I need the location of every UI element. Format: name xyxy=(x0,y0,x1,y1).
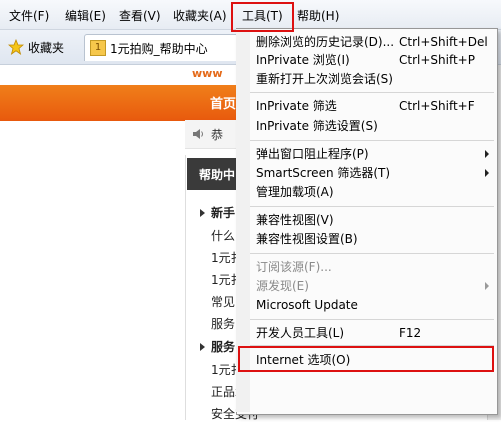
sidebar-section-service[interactable]: 服务 xyxy=(211,338,235,355)
sidebar-link[interactable]: 常见 xyxy=(211,293,235,310)
menu-item-developer-tools[interactable]: 开发人员工具(L) xyxy=(256,324,344,342)
menu-edit[interactable]: 编辑(E) xyxy=(65,7,106,25)
help-center-title: 帮助中 xyxy=(199,168,236,182)
shortcut-inprivate-filter: Ctrl+Shift+F xyxy=(399,99,475,113)
menu-item-inprivate-filter-settings[interactable]: InPrivate 筛选设置(S) xyxy=(256,117,378,135)
sidebar-link[interactable]: 什么 xyxy=(211,227,235,244)
sidebar-section-newbie[interactable]: 新手 xyxy=(211,204,235,221)
favorites-button[interactable]: 收藏夹 xyxy=(8,36,64,58)
menu-separator xyxy=(250,140,494,141)
menu-separator xyxy=(250,319,494,320)
sidebar-link[interactable]: 服务 xyxy=(211,315,235,332)
submenu-arrow-icon xyxy=(485,150,489,158)
menu-file[interactable]: 文件(F) xyxy=(9,7,49,25)
star-icon xyxy=(8,39,24,55)
expand-arrow-icon xyxy=(200,343,205,351)
sidebar-divider xyxy=(185,155,186,420)
speaker-icon xyxy=(193,129,203,139)
site-logo-fragment: www xyxy=(192,67,223,80)
browser-tab[interactable]: 1 1元拍购_帮助中心 xyxy=(84,34,246,61)
menu-item-compat-view[interactable]: 兼容性视图(V) xyxy=(256,211,334,229)
menu-item-smartscreen[interactable]: SmartScreen 筛选器(T) xyxy=(256,164,390,182)
submenu-arrow-icon xyxy=(485,169,489,177)
favorites-label: 收藏夹 xyxy=(28,40,65,55)
expand-arrow-icon xyxy=(200,209,205,217)
menu-item-microsoft-update[interactable]: Microsoft Update xyxy=(256,296,358,314)
menu-view[interactable]: 查看(V) xyxy=(119,7,161,25)
menu-favorites[interactable]: 收藏夹(A) xyxy=(173,7,227,25)
menu-item-compat-view-settings[interactable]: 兼容性视图设置(B) xyxy=(256,230,358,248)
submenu-arrow-icon xyxy=(485,282,489,290)
tools-menu-highlight xyxy=(231,2,294,32)
menu-help[interactable]: 帮助(H) xyxy=(297,7,339,25)
menu-item-feed-discovery: 源发现(E) xyxy=(256,279,309,293)
menu-item-delete-history[interactable]: 删除浏览的历史记录(D)... xyxy=(256,33,394,51)
menu-separator xyxy=(250,92,494,93)
menu-item-reopen-session[interactable]: 重新打开上次浏览会话(S) xyxy=(256,70,393,88)
menu-item-manage-addons[interactable]: 管理加载项(A) xyxy=(256,183,334,201)
menu-item-subscribe-feed: 订阅该源(F)... xyxy=(256,260,332,274)
site-favicon-icon: 1 xyxy=(90,40,106,56)
nav-home-link[interactable]: 首页 xyxy=(210,93,236,112)
internet-options-highlight xyxy=(238,346,494,372)
menu-separator xyxy=(250,206,494,207)
menu-item-inprivate-filter[interactable]: InPrivate 筛选 xyxy=(256,97,337,115)
menu-item-popup-blocker[interactable]: 弹出窗口阻止程序(P) xyxy=(256,145,369,163)
tab-title: 1元拍购_帮助中心 xyxy=(110,41,208,56)
shortcut-developer-tools: F12 xyxy=(399,326,422,340)
menu-item-inprivate-browsing[interactable]: InPrivate 浏览(I) xyxy=(256,51,350,69)
notice-text: 恭 xyxy=(211,128,224,142)
menu-separator xyxy=(250,253,494,254)
shortcut-delete-history: Ctrl+Shift+Del xyxy=(399,35,488,49)
shortcut-inprivate-browsing: Ctrl+Shift+P xyxy=(399,53,475,67)
